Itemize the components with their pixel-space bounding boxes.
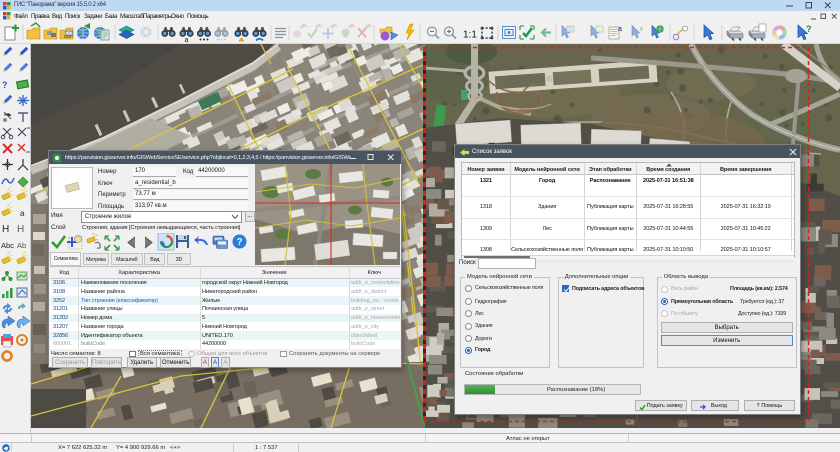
svg-text:1:1: 1:1 bbox=[463, 30, 477, 41]
svg-text:a: a bbox=[20, 209, 25, 218]
svg-text:H: H bbox=[17, 224, 24, 235]
svg-text:?: ? bbox=[2, 80, 8, 90]
svg-text:a: a bbox=[185, 37, 189, 43]
svg-text:DBF: DBF bbox=[64, 34, 73, 39]
svg-text:?: ? bbox=[237, 237, 243, 248]
svg-text:a: a bbox=[618, 26, 622, 33]
svg-text:Ab: Ab bbox=[17, 241, 26, 250]
svg-text:Abc: Abc bbox=[1, 241, 14, 250]
svg-text:H: H bbox=[2, 224, 9, 235]
svg-text:?: ? bbox=[806, 24, 812, 34]
